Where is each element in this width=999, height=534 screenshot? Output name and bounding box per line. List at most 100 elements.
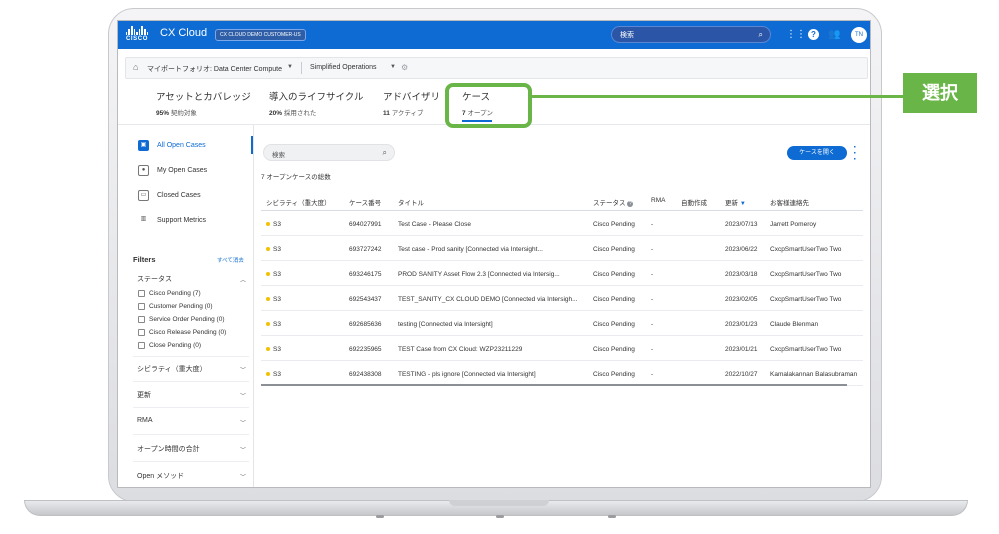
column-header-severity[interactable]: シビラティ（重大度） xyxy=(266,197,331,207)
sidebar-item-my-open-cases[interactable]: ● My Open Cases xyxy=(138,162,207,178)
column-header-rma[interactable]: RMA xyxy=(651,197,665,204)
cell-rma: - xyxy=(651,221,654,228)
cell-case-number[interactable]: 692235965 xyxy=(349,346,395,353)
case-search-input[interactable]: 検索 ⌕ xyxy=(263,144,395,161)
checkbox[interactable] xyxy=(138,315,145,323)
help-icon[interactable]: ? xyxy=(808,29,819,40)
tab-lifecycle[interactable]: 導入のライフサイクル 20% 採用された xyxy=(269,89,364,117)
filter-group-open-method[interactable]: Open メソッド xyxy=(137,471,184,481)
filter-option[interactable]: Close Pending (0) xyxy=(138,340,201,350)
cell-status: Cisco Pending xyxy=(593,346,635,353)
table-row-divider xyxy=(261,260,863,261)
chevron-down-icon[interactable]: ▼ xyxy=(287,64,293,70)
cell-updated: 2023/06/22 xyxy=(725,246,758,253)
use-case-selector[interactable]: Simplified Operations xyxy=(310,64,377,71)
table-row-divider xyxy=(261,235,863,236)
open-case-button[interactable]: ケースを開く xyxy=(787,146,847,160)
search-placeholder: 検索 xyxy=(620,32,634,39)
checkbox[interactable] xyxy=(138,289,145,297)
laptop-foot xyxy=(376,515,384,518)
cell-case-number[interactable]: 693727242 xyxy=(349,246,395,253)
cell-title[interactable]: Test Case - Please Close xyxy=(398,221,588,228)
active-item-indicator xyxy=(251,136,253,154)
cell-contact: CxcpSmartUserTwo Two xyxy=(770,296,842,303)
filter-group-rma[interactable]: RMA xyxy=(137,417,153,424)
cell-rma: - xyxy=(651,271,654,278)
table-row-divider xyxy=(261,335,863,336)
archive-icon: ▭ xyxy=(138,189,149,201)
users-icon[interactable]: 👥 xyxy=(828,29,840,41)
chevron-down-icon[interactable]: ﹀ xyxy=(240,445,246,454)
checkbox[interactable] xyxy=(138,328,145,336)
cell-title[interactable]: Test case - Prod sanity [Connected via I… xyxy=(398,246,588,253)
cell-case-number[interactable]: 692438308 xyxy=(349,371,395,378)
column-header-case-number[interactable]: ケース番号 xyxy=(349,197,381,207)
cell-status: Cisco Pending xyxy=(593,321,635,328)
chevron-down-icon[interactable]: ﹀ xyxy=(240,391,246,400)
divider xyxy=(261,210,863,211)
cell-case-number[interactable]: 693246175 xyxy=(349,271,395,278)
avatar[interactable]: TN xyxy=(851,27,867,43)
table-row-divider xyxy=(261,310,863,311)
severity-dot-icon xyxy=(266,322,270,327)
laptop-foot xyxy=(608,515,616,518)
search-icon: ⌕ xyxy=(758,30,763,39)
sort-down-icon: ▼ xyxy=(739,201,746,207)
chevron-down-icon[interactable]: ﹀ xyxy=(240,418,246,427)
chevron-down-icon[interactable]: ﹀ xyxy=(240,365,246,374)
sidebar-item-support-metrics[interactable]: ▥ Support Metrics xyxy=(138,212,206,228)
cell-title[interactable]: TEST Case from CX Cloud: WZP23211229 xyxy=(398,346,588,353)
cell-case-number[interactable]: 692685636 xyxy=(349,321,395,328)
checkbox[interactable] xyxy=(138,302,145,310)
column-header-contact[interactable]: お客様連絡先 xyxy=(770,197,809,207)
cell-title[interactable]: testing [Connected via Intersight] xyxy=(398,321,588,328)
callout-label: 選択 xyxy=(903,73,977,113)
filter-option[interactable]: Cisco Pending (7) xyxy=(138,288,201,298)
sidebar-item-closed-cases[interactable]: ▭ Closed Cases xyxy=(138,187,201,203)
cell-title[interactable]: TESTING - pls ignore [Connected via Inte… xyxy=(398,371,588,378)
filter-group-status[interactable]: ステータス xyxy=(137,274,172,284)
filter-group-total-open-time[interactable]: オープン時間の合計 xyxy=(137,444,200,454)
cell-rma: - xyxy=(651,321,654,328)
table-scrollbar[interactable] xyxy=(261,384,847,386)
chevron-up-icon[interactable]: ︿ xyxy=(240,275,246,284)
cell-rma: - xyxy=(651,296,654,303)
global-search-input[interactable]: 検索 ⌕ xyxy=(611,26,771,43)
sidebar-divider xyxy=(253,125,254,487)
filter-group-updated[interactable]: 更新 xyxy=(137,390,151,400)
divider xyxy=(133,407,249,408)
column-header-auto-created[interactable]: 自動作成 xyxy=(681,197,707,207)
column-header-updated[interactable]: 更新 ▼ xyxy=(725,197,746,207)
cell-severity: S3 xyxy=(266,271,346,278)
search-icon: ⌕ xyxy=(382,148,387,157)
filter-group-severity[interactable]: シビラティ（重大度） xyxy=(137,364,207,374)
cell-title[interactable]: TEST_SANITY_CX CLOUD DEMO [Connected via… xyxy=(398,296,588,303)
tab-advisories[interactable]: アドバイザリ 11 アクティブ xyxy=(383,89,440,117)
top-bar: CISCO CX Cloud CX CLOUD DEMO CUSTOMER-US… xyxy=(118,21,870,49)
cell-rma: - xyxy=(651,246,654,253)
cell-case-number[interactable]: 692543437 xyxy=(349,296,395,303)
divider xyxy=(133,434,249,435)
checkbox[interactable] xyxy=(138,341,145,349)
clear-all-link[interactable]: すべて消去 xyxy=(217,256,244,264)
filter-option[interactable]: Customer Pending (0) xyxy=(138,301,213,311)
customer-badge[interactable]: CX CLOUD DEMO CUSTOMER-US xyxy=(215,29,306,41)
cell-case-number[interactable]: 694027991 xyxy=(349,221,395,228)
severity-dot-icon xyxy=(266,222,270,227)
portfolio-selector[interactable]: マイポートフォリオ: Data Center Compute xyxy=(147,64,282,74)
column-header-title[interactable]: タイトル xyxy=(398,197,424,207)
cell-contact: CxcpSmartUserTwo Two xyxy=(770,346,842,353)
chevron-down-icon[interactable]: ▼ xyxy=(390,64,396,70)
filter-option[interactable]: Cisco Release Pending (0) xyxy=(138,327,226,337)
user-icon: ● xyxy=(138,164,149,176)
column-header-status[interactable]: ステータス ? xyxy=(593,197,634,207)
tab-assets-coverage[interactable]: アセットとカバレッジ 95% 契約対象 xyxy=(156,89,251,117)
chevron-down-icon[interactable]: ﹀ xyxy=(240,472,246,481)
sidebar-item-all-open-cases[interactable]: ▣ All Open Cases xyxy=(138,137,206,153)
filter-option[interactable]: Service Order Pending (0) xyxy=(138,314,225,324)
more-options-icon[interactable]: · · · xyxy=(853,143,857,165)
home-icon[interactable]: ⌂ xyxy=(133,62,138,72)
settings-icon[interactable]: ⚙ xyxy=(401,63,408,72)
severity-dot-icon xyxy=(266,347,270,352)
cell-title[interactable]: PROD SANITY Asset Flow 2.3 [Connected vi… xyxy=(398,271,588,278)
